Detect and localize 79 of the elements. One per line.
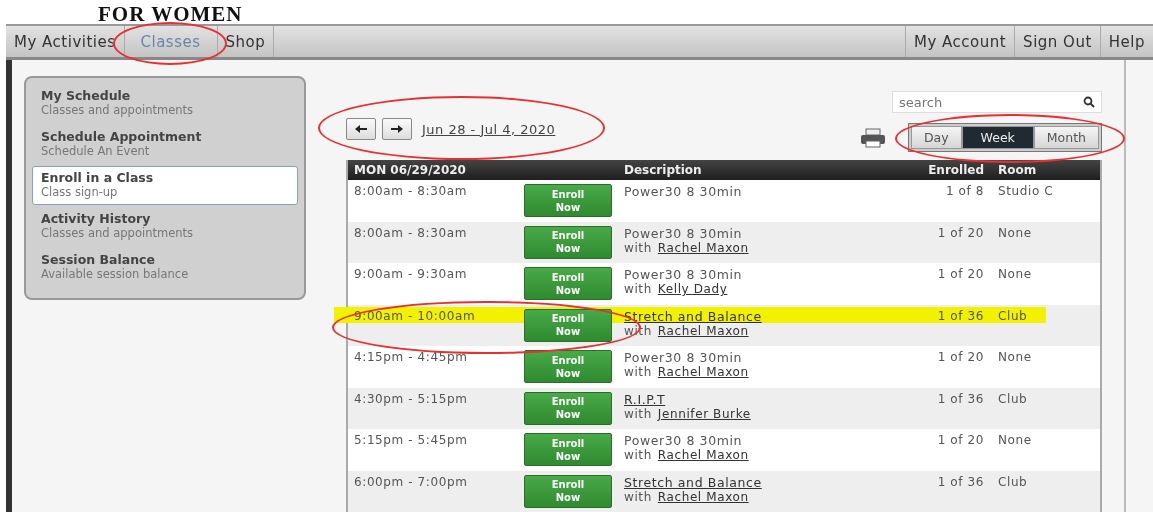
class-name: Power30 8 30min (624, 267, 744, 282)
nav-link[interactable]: My Activities (6, 32, 124, 51)
sidebar-item[interactable]: Schedule Appointment Schedule An Event (32, 125, 298, 164)
instructor-link[interactable]: Jennifer Burke (657, 406, 751, 421)
search-icon (1083, 96, 1095, 108)
room-cell-text: Studio C (997, 184, 1055, 198)
time-cell-text: 4:15pm - 4:45pm (353, 350, 469, 364)
instructor-link[interactable]: Rachel Maxon (657, 489, 749, 504)
enrolled-cell-text: 1 of 20 (936, 225, 984, 240)
room-cell-text: None (997, 267, 1033, 281)
sidebar-item[interactable]: Session Balance Available session balance (32, 248, 298, 287)
instructor-link[interactable]: Kelly Dady (657, 282, 728, 296)
enroll-button[interactable]: Enroll Now (524, 225, 612, 259)
nav-link[interactable]: My Account (905, 32, 1015, 51)
search-field[interactable]: search (892, 91, 1102, 113)
class-name: Power30 8 30min (624, 433, 744, 448)
room-cell-text: None (997, 225, 1033, 240)
nav-link[interactable]: Sign Out (1015, 32, 1100, 51)
class-link[interactable]: R.I.P.T (624, 391, 892, 407)
enroll-button[interactable]: Enroll Now (524, 308, 612, 342)
sidebar-item[interactable]: Enroll in a Class Class sign-up (32, 166, 298, 205)
column-header: Room (997, 163, 1038, 177)
room-cell-text: Club (997, 474, 1029, 489)
previous-button[interactable] (346, 118, 376, 140)
time-cell-text: 8:00am - 8:30am (353, 225, 468, 240)
enroll-button[interactable]: Enroll Now (524, 184, 612, 217)
column-header: Description (624, 163, 703, 177)
sidebar-item[interactable]: Activity History Classes and appointments (32, 207, 298, 246)
room-cell-text: Club (997, 391, 1029, 406)
class-link[interactable]: Stretch and Balance (624, 474, 892, 490)
with-label: with (624, 365, 652, 379)
instructor-link[interactable]: Rachel Maxon (657, 448, 749, 462)
sidebar-item[interactable]: My Schedule Classes and appointments (32, 84, 298, 123)
time-cell-text: 6:00pm - 7:00pm (353, 474, 469, 489)
view-tab[interactable]: Week (961, 126, 1034, 149)
next-button[interactable] (382, 118, 412, 140)
printer-icon[interactable] (859, 127, 886, 148)
enrolled-cell-text: 1 of 20 (936, 267, 984, 281)
with-label: with (624, 282, 652, 296)
class-name: Power30 8 30min (624, 184, 744, 199)
enrolled-cell-text: 1 of 36 (936, 474, 984, 489)
enroll-button[interactable]: Enroll Now (524, 433, 612, 466)
right-arrow-icon (390, 124, 404, 134)
enroll-button[interactable]: Enroll Now (524, 350, 612, 383)
room-cell-text: Club (997, 308, 1029, 323)
enroll-button[interactable]: Enroll Now (524, 474, 612, 508)
left-arrow-icon (354, 124, 368, 134)
enrolled-cell-text: 1 of 20 (936, 433, 984, 447)
instructor-link[interactable]: Rachel Maxon (657, 365, 749, 379)
room-cell-text: None (997, 433, 1033, 447)
column-header: MON 06/29/2020 (353, 163, 467, 177)
time-cell-text: 5:15pm - 5:45pm (353, 433, 469, 447)
class-link[interactable]: Stretch and Balance (624, 308, 892, 324)
logo-text: FOR WOMEN (98, 4, 243, 24)
with-label: with (624, 240, 652, 255)
enrolled-cell-text: 1 of 8 (944, 184, 984, 198)
with-label: with (624, 406, 652, 421)
class-name: Power30 8 30min (624, 350, 744, 365)
time-cell-text: 9:00am - 9:30am (353, 267, 468, 281)
room-cell-text: None (997, 350, 1033, 364)
enroll-button[interactable]: Enroll Now (524, 391, 612, 425)
date-range-link[interactable]: Jun 28 - Jul 4, 2020 (422, 121, 556, 137)
instructor-link[interactable]: Rachel Maxon (657, 240, 749, 255)
instructor-link[interactable]: Rachel Maxon (657, 323, 749, 338)
enrolled-cell-text: 1 of 36 (936, 308, 984, 323)
column-header: Enrolled (927, 163, 984, 177)
with-label: with (624, 448, 652, 462)
nav-link[interactable]: Shop (217, 32, 274, 51)
enroll-button[interactable]: Enroll Now (524, 267, 612, 300)
view-tab[interactable]: Month (1033, 126, 1099, 149)
with-label: with (624, 489, 652, 504)
time-cell-text: 4:30pm - 5:15pm (353, 391, 469, 406)
time-cell-text: 8:00am - 8:30am (353, 184, 468, 198)
time-cell-text: 9:00am - 10:00am (353, 308, 477, 323)
class-name: Power30 8 30min (624, 225, 744, 241)
enrolled-cell-text: 1 of 36 (936, 391, 984, 406)
nav-link[interactable]: Help (1100, 32, 1153, 51)
view-tab[interactable]: Day (910, 126, 962, 149)
enrolled-cell-text: 1 of 20 (936, 350, 984, 364)
